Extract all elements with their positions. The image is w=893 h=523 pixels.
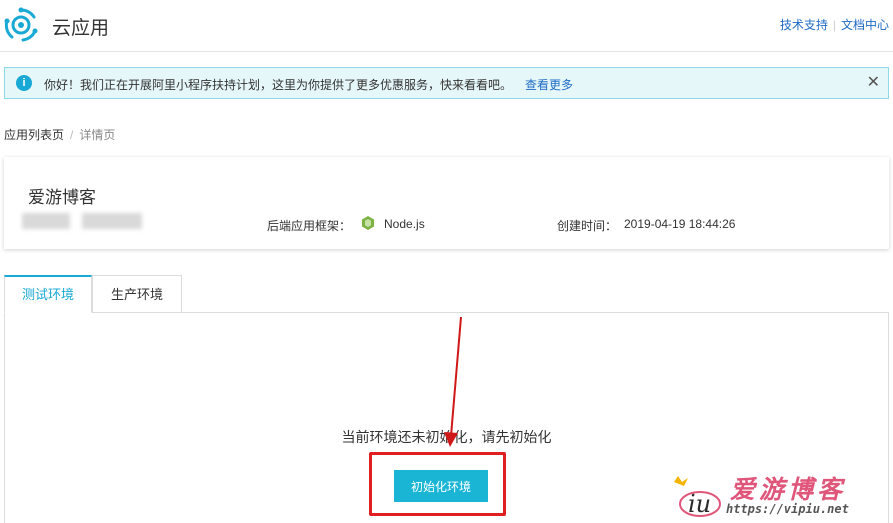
tab-test-environment[interactable]: 测试环境 bbox=[4, 275, 92, 313]
close-icon[interactable]: ✕ bbox=[867, 74, 880, 92]
link-divider: | bbox=[832, 18, 836, 32]
breadcrumb-separator: / bbox=[70, 128, 74, 142]
svg-text:iu: iu bbox=[688, 490, 711, 518]
annotation-highlight-box bbox=[369, 452, 506, 516]
framework-value: Node.js bbox=[384, 217, 425, 231]
watermark: iu 爱游博客 https://vipiu.net bbox=[660, 468, 890, 523]
uninitialized-message: 当前环境还未初始化，请先初始化 bbox=[341, 429, 552, 445]
cloud-app-logo-icon[interactable] bbox=[2, 6, 40, 44]
breadcrumb-app-list[interactable]: 应用列表页 bbox=[4, 128, 64, 142]
watermark-url: https://vipiu.net bbox=[726, 502, 849, 516]
app-name: 爱游博客 bbox=[28, 188, 96, 207]
promo-notice-bar: i 你好！我们正在开展阿里小程序扶持计划，这里为你提供了更多优惠服务，快来看看吧… bbox=[4, 67, 889, 99]
top-header: 云应用 技术支持 | 文档中心 bbox=[0, 0, 893, 52]
redacted-app-id-part bbox=[82, 213, 142, 229]
watermark-logo-icon: iu bbox=[674, 476, 721, 518]
breadcrumb: 应用列表页 / 详情页 bbox=[4, 126, 115, 143]
nodejs-icon bbox=[362, 216, 374, 230]
framework-label: 后端应用框架： bbox=[267, 219, 352, 233]
app-title: 云应用 bbox=[52, 18, 110, 39]
created-time-value: 2019-04-19 18:44:26 bbox=[624, 217, 736, 231]
view-more-link[interactable]: 查看更多 bbox=[525, 76, 573, 93]
tech-support-link[interactable]: 技术支持 bbox=[780, 18, 828, 32]
created-time-label: 创建时间： bbox=[557, 219, 618, 233]
top-links: 技术支持 | 文档中心 bbox=[780, 16, 889, 33]
tab-production-environment[interactable]: 生产环境 bbox=[92, 275, 182, 313]
breadcrumb-detail: 详情页 bbox=[79, 128, 116, 142]
docs-center-link[interactable]: 文档中心 bbox=[841, 18, 889, 32]
info-icon: i bbox=[16, 75, 32, 91]
notice-text: 你好！我们正在开展阿里小程序扶持计划，这里为你提供了更多优惠服务，快来看看吧。 bbox=[44, 78, 513, 92]
watermark-title: 爱游博客 bbox=[730, 475, 847, 504]
redacted-app-id bbox=[22, 213, 70, 229]
app-info-card: 爱游博客 后端应用框架： Node.js 创建时间： 2019-04-19 18… bbox=[4, 157, 889, 249]
